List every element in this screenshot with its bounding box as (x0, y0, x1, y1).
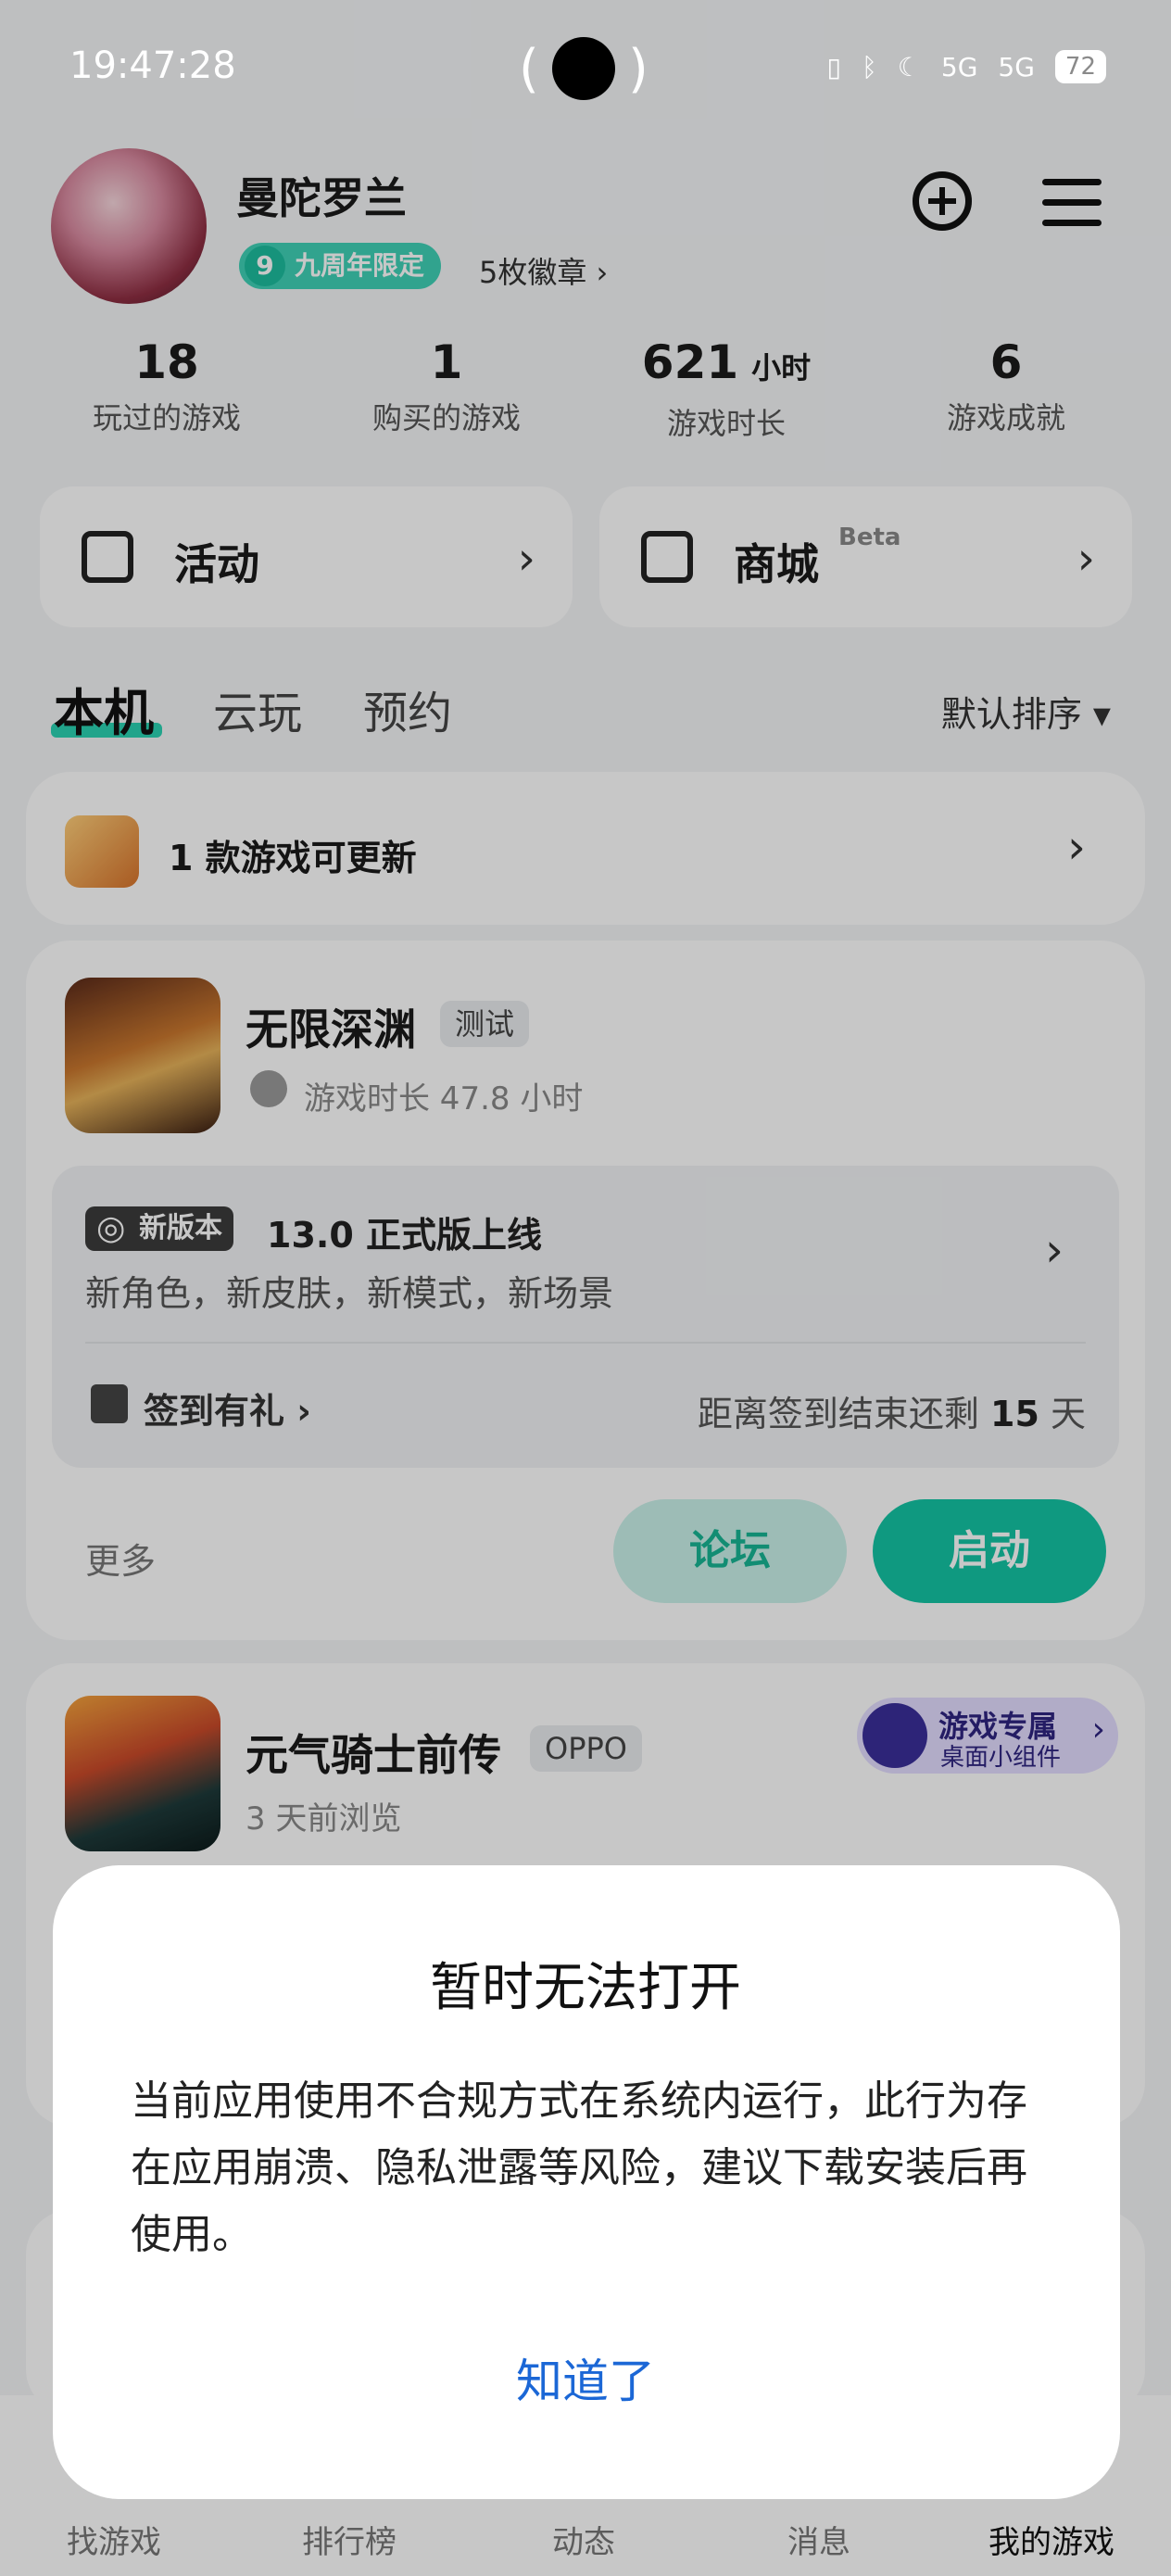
dialog-title: 暂时无法打开 (430, 1958, 741, 2018)
paren-left-icon: ( (519, 39, 539, 99)
signal-icon-2: 5G (998, 51, 1035, 82)
paren-right-icon: ) (628, 39, 648, 99)
status-time: 19:47:28 (69, 44, 236, 87)
moon-icon: ☾ (897, 51, 921, 82)
hotspot-icon (552, 37, 615, 100)
signal-icon: 5G (940, 51, 978, 82)
status-icons: ▯ ᛒ ☾ 5G 5G 72 (827, 50, 1106, 83)
dynamic-island: ( ) (519, 37, 648, 100)
dialog-body: 当前应用使用不合规方式在系统内运行，此行为存在应用崩溃、隐私泄露等风险，建议下载… (131, 2077, 1027, 2258)
bluetooth-icon: ᛒ (861, 51, 877, 82)
battery-icon: 72 (1054, 50, 1106, 83)
vibrate-icon: ▯ (826, 51, 841, 82)
dialog-ok-button[interactable]: 知道了 (0, 2344, 1171, 2411)
